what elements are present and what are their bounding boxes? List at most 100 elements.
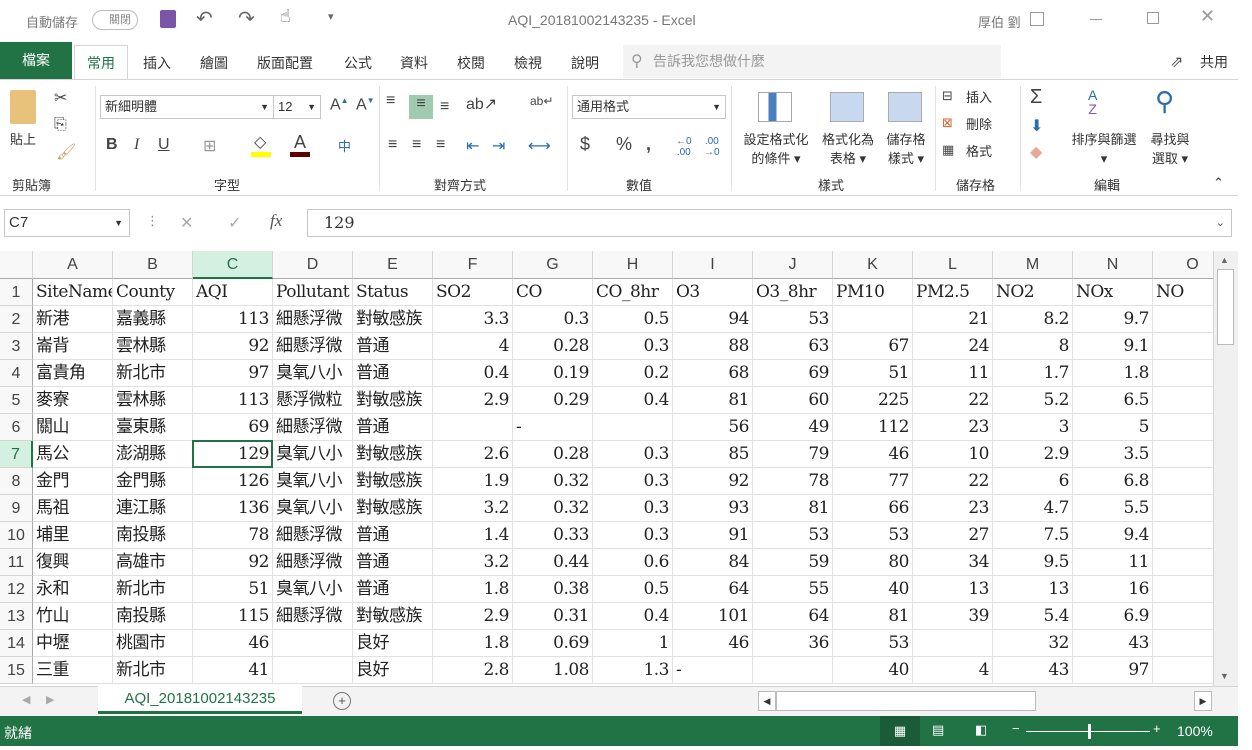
- table-cell[interactable]: 三重: [33, 657, 113, 684]
- table-cell[interactable]: 51: [193, 576, 273, 603]
- align-left-icon[interactable]: ≡: [388, 136, 397, 154]
- comma-style-icon[interactable]: ,: [646, 134, 651, 155]
- undo-icon[interactable]: ↶: [196, 6, 213, 31]
- table-cell[interactable]: 良好: [353, 657, 433, 684]
- decrease-font-icon[interactable]: A▼: [356, 96, 375, 114]
- table-cell[interactable]: 92: [673, 468, 753, 495]
- column-header-B[interactable]: B: [113, 251, 193, 279]
- table-cell[interactable]: 68: [673, 360, 753, 387]
- table-cell[interactable]: 67: [833, 333, 913, 360]
- increase-font-icon[interactable]: A▲: [330, 96, 349, 114]
- row-header[interactable]: 11: [0, 549, 33, 576]
- table-cell[interactable]: 臺東縣: [113, 414, 193, 441]
- table-cell[interactable]: 1.3: [593, 657, 673, 684]
- table-cell[interactable]: 永和: [33, 576, 113, 603]
- tab-home[interactable]: 常用: [74, 45, 128, 81]
- redo-icon[interactable]: ↷: [238, 6, 255, 31]
- table-cell[interactable]: 16: [1073, 576, 1153, 603]
- header-cell[interactable]: O3_8hr: [753, 279, 833, 306]
- table-cell[interactable]: 對敏感族: [353, 495, 433, 522]
- table-cell[interactable]: 0.29: [513, 387, 593, 414]
- table-cell[interactable]: 細懸浮微: [273, 522, 353, 549]
- decrease-decimal-icon[interactable]: .00 →0: [704, 136, 720, 158]
- table-cell[interactable]: 高雄市: [113, 549, 193, 576]
- row-header[interactable]: 15: [0, 657, 33, 684]
- tab-review[interactable]: 校閱: [457, 46, 485, 80]
- vertical-scroll-thumb[interactable]: [1217, 269, 1234, 345]
- table-cell[interactable]: -: [513, 414, 593, 441]
- table-cell[interactable]: [753, 657, 833, 684]
- maximize-button[interactable]: [1147, 12, 1159, 24]
- find-select-button[interactable]: 尋找與 選取 ▾: [1144, 130, 1196, 168]
- table-cell[interactable]: 49: [753, 414, 833, 441]
- column-header-D[interactable]: D: [273, 251, 353, 279]
- header-cell[interactable]: SiteName: [33, 279, 113, 306]
- table-cell[interactable]: 對敏感族: [353, 468, 433, 495]
- phonetic-icon[interactable]: 中: [338, 136, 351, 155]
- row-header[interactable]: 4: [0, 360, 33, 387]
- column-header-H[interactable]: H: [593, 251, 673, 279]
- zoom-in-button[interactable]: +: [1153, 721, 1161, 736]
- header-cell[interactable]: Pollutant: [273, 279, 353, 306]
- table-cell[interactable]: 1.08: [513, 657, 593, 684]
- table-cell[interactable]: 普通: [353, 360, 433, 387]
- table-cell[interactable]: 南投縣: [113, 603, 193, 630]
- table-cell[interactable]: 43: [993, 657, 1073, 684]
- italic-button[interactable]: I: [134, 136, 139, 154]
- table-cell[interactable]: 3: [1153, 576, 1213, 603]
- table-cell[interactable]: 36: [753, 630, 833, 657]
- table-cell[interactable]: 46: [673, 630, 753, 657]
- table-cell[interactable]: 4: [913, 657, 993, 684]
- table-cell[interactable]: 埔里: [33, 522, 113, 549]
- table-cell[interactable]: 連江縣: [113, 495, 193, 522]
- table-cell[interactable]: 112: [833, 414, 913, 441]
- table-cell[interactable]: 11: [1073, 549, 1153, 576]
- table-cell[interactable]: 23: [913, 495, 993, 522]
- copy-icon[interactable]: ⎘: [54, 116, 67, 134]
- paint-bucket-icon[interactable]: ◇: [254, 132, 266, 152]
- insert-cells-button[interactable]: 插入: [966, 88, 992, 107]
- table-cell[interactable]: 23: [913, 414, 993, 441]
- table-cell[interactable]: 69: [753, 360, 833, 387]
- table-cell[interactable]: 64: [753, 603, 833, 630]
- table-cell[interactable]: 32: [993, 630, 1073, 657]
- table-cell[interactable]: 0.6: [593, 549, 673, 576]
- table-cell[interactable]: 雲林縣: [113, 333, 193, 360]
- table-cell[interactable]: 金門縣: [113, 468, 193, 495]
- table-cell[interactable]: 53: [753, 306, 833, 333]
- align-center-icon[interactable]: ≡: [412, 136, 421, 154]
- table-cell[interactable]: [913, 630, 993, 657]
- bold-button[interactable]: B: [106, 136, 118, 154]
- table-cell[interactable]: 1.8: [433, 630, 513, 657]
- table-cell[interactable]: 1: [1153, 333, 1213, 360]
- table-cell[interactable]: 10: [913, 441, 993, 468]
- header-cell[interactable]: PM10: [833, 279, 913, 306]
- next-sheet-icon[interactable]: ▶: [46, 693, 54, 706]
- table-cell[interactable]: 對敏感族: [353, 441, 433, 468]
- table-cell[interactable]: 對敏感族: [353, 306, 433, 333]
- table-cell[interactable]: 13: [913, 576, 993, 603]
- spreadsheet-grid[interactable]: A B C D E F G H I J K L M N O 1 SiteName County AQI Polluta…: [0, 251, 1213, 686]
- header-cell[interactable]: NOx: [1073, 279, 1153, 306]
- table-cell[interactable]: 細懸浮微: [273, 603, 353, 630]
- table-cell[interactable]: [1153, 630, 1213, 657]
- add-sheet-icon[interactable]: +: [333, 692, 351, 710]
- column-header-M[interactable]: M: [993, 251, 1073, 279]
- table-cell[interactable]: 0.4: [593, 603, 673, 630]
- align-middle-icon[interactable]: ≡: [409, 95, 433, 119]
- table-cell[interactable]: 馬祖: [33, 495, 113, 522]
- fill-icon[interactable]: ⬇: [1030, 116, 1043, 136]
- row-header[interactable]: 13: [0, 603, 33, 630]
- tab-help[interactable]: 說明: [571, 46, 599, 80]
- row-header[interactable]: 1: [0, 279, 33, 306]
- format-as-table-icon[interactable]: [830, 92, 864, 122]
- table-cell[interactable]: 27: [913, 522, 993, 549]
- align-top-icon[interactable]: ≡: [386, 92, 395, 110]
- table-cell[interactable]: 55: [753, 576, 833, 603]
- row-header[interactable]: 8: [0, 468, 33, 495]
- align-bottom-icon[interactable]: ≡: [440, 98, 449, 116]
- table-cell[interactable]: 桃園市: [113, 630, 193, 657]
- vertical-scrollbar[interactable]: ▲ ▼: [1213, 251, 1238, 686]
- column-header-O[interactable]: O: [1153, 251, 1213, 279]
- tab-data[interactable]: 資料: [400, 46, 428, 80]
